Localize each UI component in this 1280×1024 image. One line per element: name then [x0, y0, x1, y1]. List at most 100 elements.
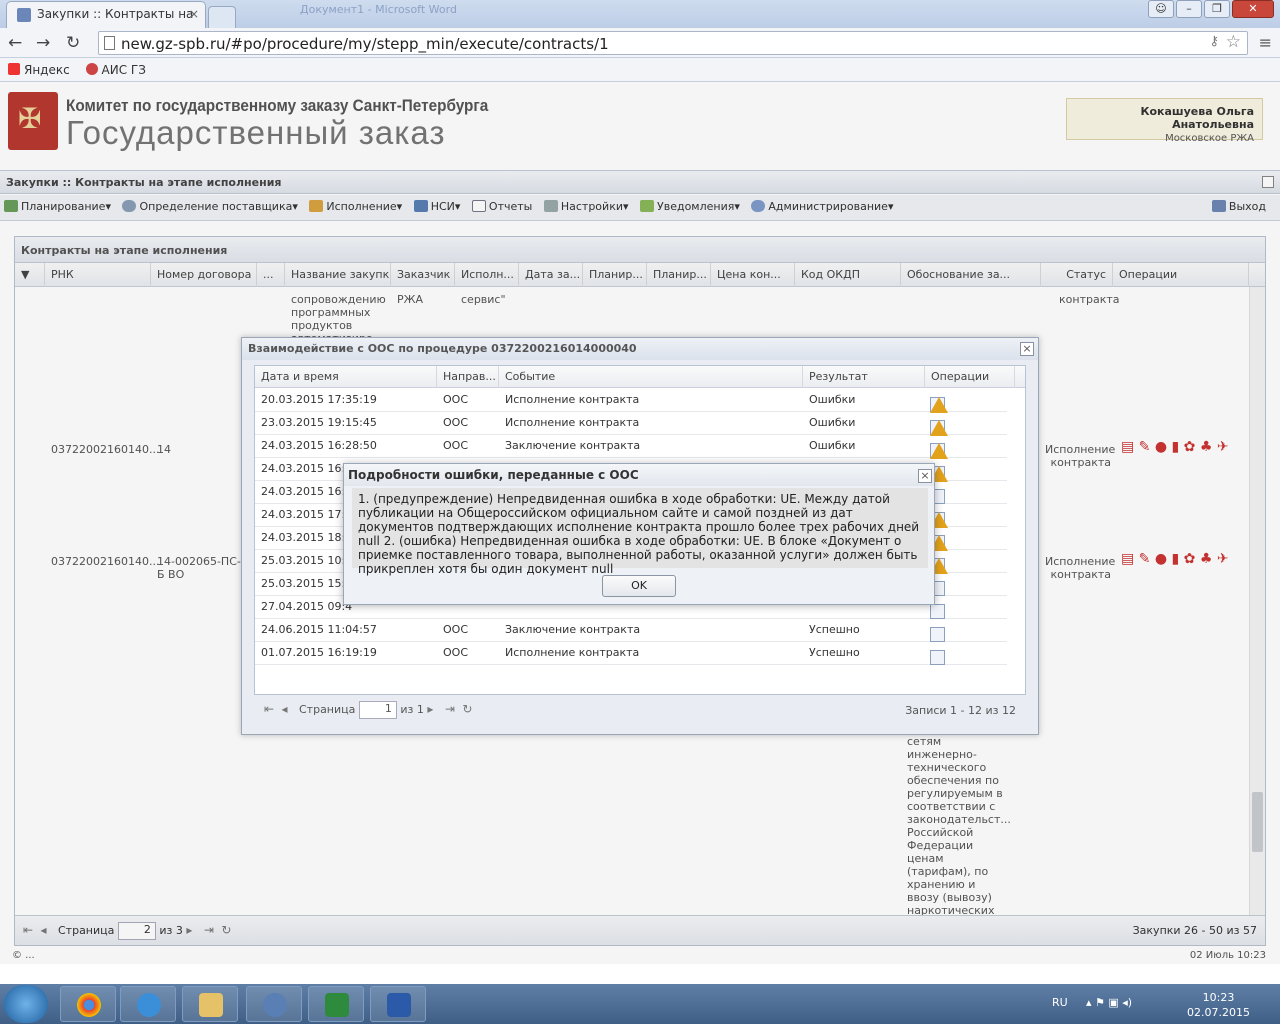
d1-col-date[interactable]: Дата и время [255, 366, 437, 388]
cell-date: 25.03.2015 15:4 [261, 577, 353, 590]
windows-taskbar: RU ▴ ⚑ ▣ ◂) 10:23 02.07.2015 [0, 984, 1280, 1024]
browser-tab-bar: Закупки :: Контракты на × Документ1 - Mi… [0, 0, 1280, 28]
d1-col-dir[interactable]: Направ... [437, 366, 499, 388]
d1-last-page-icon[interactable]: ⇥ [445, 702, 459, 716]
folder-icon [199, 993, 223, 1017]
new-tab-button[interactable] [208, 6, 236, 28]
window-controls: ☺ – ❐ ✕ [1146, 0, 1274, 20]
maximize-button[interactable]: ❐ [1204, 0, 1230, 18]
chrome-icon [77, 993, 101, 1017]
taskbar-ie[interactable] [120, 986, 176, 1022]
menu-icon[interactable]: ≡ [1259, 33, 1272, 52]
site-favicon-icon [17, 8, 31, 22]
cell-date: 24.03.2015 16:4 [261, 485, 353, 498]
cell-date: 25.03.2015 10:2 [261, 554, 353, 567]
start-button[interactable] [4, 985, 48, 1023]
cell-date: 23.03.2015 19:15:45 [261, 416, 377, 429]
taskbar-excel[interactable] [308, 986, 364, 1022]
dialog1-pager: ⇤ ◂ Страница 1 из 1 ▸ ⇥ ↻ Записи 1 - 12 … [264, 701, 1016, 719]
cell-date: 01.07.2015 16:19:19 [261, 646, 377, 659]
background-window-title: Документ1 - Microsoft Word [300, 3, 457, 16]
ie-icon [137, 993, 161, 1017]
dialog2-close-icon[interactable]: × [918, 469, 932, 483]
clock[interactable]: 10:23 02.07.2015 [1187, 990, 1250, 1020]
close-window-button[interactable]: ✕ [1232, 0, 1274, 18]
d1-records: Записи 1 - 12 из 12 [905, 704, 1016, 717]
user-icon[interactable]: ☺ [1148, 0, 1174, 18]
address-bar-row: ← → ↻ new.gz-spb.ru/#po/procedure/my/ste… [0, 28, 1280, 58]
dialog1-title: Взаимодействие с ООС по процедуре 037220… [242, 338, 1038, 360]
tab-close-icon[interactable]: × [189, 7, 199, 21]
document-icon[interactable] [930, 627, 945, 642]
back-icon[interactable]: ← [8, 33, 22, 53]
bookmarks-bar: Яндекс АИС ГЗ [0, 58, 1280, 82]
yandex-icon [8, 63, 20, 75]
warning-icon[interactable] [930, 397, 948, 413]
cell-dir: ООС [443, 393, 468, 406]
d1-first-page-icon[interactable]: ⇤ [264, 702, 278, 716]
cell-dir: ООС [443, 623, 468, 636]
d1-next-page-icon[interactable]: ▸ [427, 702, 441, 716]
cell-event: Заключение контракта [505, 623, 641, 636]
cell-result: Успешно [809, 646, 860, 659]
taskbar-explorer[interactable] [182, 986, 238, 1022]
bookmark-yandex[interactable]: Яндекс [8, 63, 70, 77]
cell-event: Исполнение контракта [505, 416, 640, 429]
key-icon[interactable]: ⚷ [1209, 34, 1219, 49]
cell-result: Ошибки [809, 393, 856, 406]
page-icon [104, 36, 115, 50]
dialog1-close-icon[interactable]: × [1020, 342, 1034, 356]
d1-col-result[interactable]: Результат [803, 366, 925, 388]
ais-icon [85, 63, 98, 75]
dialog1-row[interactable]: 24.03.2015 16:28:50 ООС Заключение контрак… [255, 435, 1007, 459]
cell-date: 20.03.2015 17:35:19 [261, 393, 377, 406]
taskbar-chrome[interactable] [60, 986, 116, 1022]
taskbar-thunderbird[interactable] [246, 986, 302, 1022]
cell-date: 24.06.2015 11:04:57 [261, 623, 377, 636]
cell-event: Исполнение контракта [505, 646, 640, 659]
cell-event: Заключение контракта [505, 439, 641, 452]
warning-icon[interactable] [930, 420, 948, 436]
cell-date: 24.03.2015 17:2 [261, 508, 353, 521]
excel-icon [325, 993, 349, 1017]
url-input[interactable]: new.gz-spb.ru/#po/procedure/my/stepp_min… [98, 31, 1248, 55]
dialog2-title: Подробности ошибки, переданные с ООС [344, 464, 934, 486]
d1-prev-page-icon[interactable]: ◂ [282, 702, 296, 716]
language-indicator[interactable]: RU [1052, 996, 1068, 1009]
cell-dir: ООС [443, 416, 468, 429]
dialog1-row[interactable]: 20.03.2015 17:35:19 ООС Исполнение контрак… [255, 389, 1007, 413]
d1-page-input[interactable]: 1 [358, 701, 397, 719]
taskbar-word[interactable] [370, 986, 426, 1022]
cell-result: Ошибки [809, 439, 856, 452]
bookmark-star-icon[interactable]: ☆ [1226, 32, 1241, 52]
d1-col-event[interactable]: Событие [499, 366, 803, 388]
page-content: Комитет по государственному заказу Санкт… [0, 82, 1280, 964]
cell-dir: ООС [443, 439, 468, 452]
browser-tab-active[interactable]: Закупки :: Контракты на × [6, 1, 206, 28]
d1-col-ops[interactable]: Операции [925, 366, 1015, 388]
dialog1-row[interactable]: 23.03.2015 19:15:45 ООС Исполнение контрак… [255, 412, 1007, 436]
cell-date: 24.03.2015 18:0 [261, 531, 353, 544]
document-icon[interactable] [930, 650, 945, 665]
document-icon[interactable] [930, 604, 945, 619]
dialog1-row[interactable]: 24.06.2015 11:04:57 ООС Заключение контрак… [255, 619, 1007, 642]
tab-title: Закупки :: Контракты на [37, 7, 194, 21]
warning-icon[interactable] [930, 443, 948, 459]
tray-icons[interactable]: ▴ ⚑ ▣ ◂) [1086, 996, 1132, 1009]
url-text: new.gz-spb.ru/#po/procedure/my/stepp_min… [121, 35, 609, 53]
forward-icon[interactable]: → [36, 33, 50, 53]
cell-result: Успешно [809, 623, 860, 636]
system-tray: RU ▴ ⚑ ▣ ◂) 10:23 02.07.2015 [1052, 988, 1272, 1024]
error-details-dialog: Подробности ошибки, переданные с ООС × 1… [343, 463, 935, 605]
bookmark-ais-gz[interactable]: АИС ГЗ [85, 63, 146, 77]
mail-icon [263, 993, 287, 1017]
cell-result: Ошибки [809, 416, 856, 429]
d1-refresh-icon[interactable]: ↻ [462, 702, 476, 716]
reload-icon[interactable]: ↻ [66, 33, 80, 53]
dialog1-row[interactable]: 01.07.2015 16:19:19 ООС Исполнение контрак… [255, 642, 1007, 665]
error-message: 1. (предупреждение) Непредвиденная ошибк… [352, 488, 928, 576]
minimize-button[interactable]: – [1176, 0, 1202, 18]
dialog1-grid-header: Дата и время Направ... Событие Результат… [255, 366, 1025, 388]
cell-event: Исполнение контракта [505, 393, 640, 406]
ok-button[interactable]: OK [602, 575, 676, 597]
